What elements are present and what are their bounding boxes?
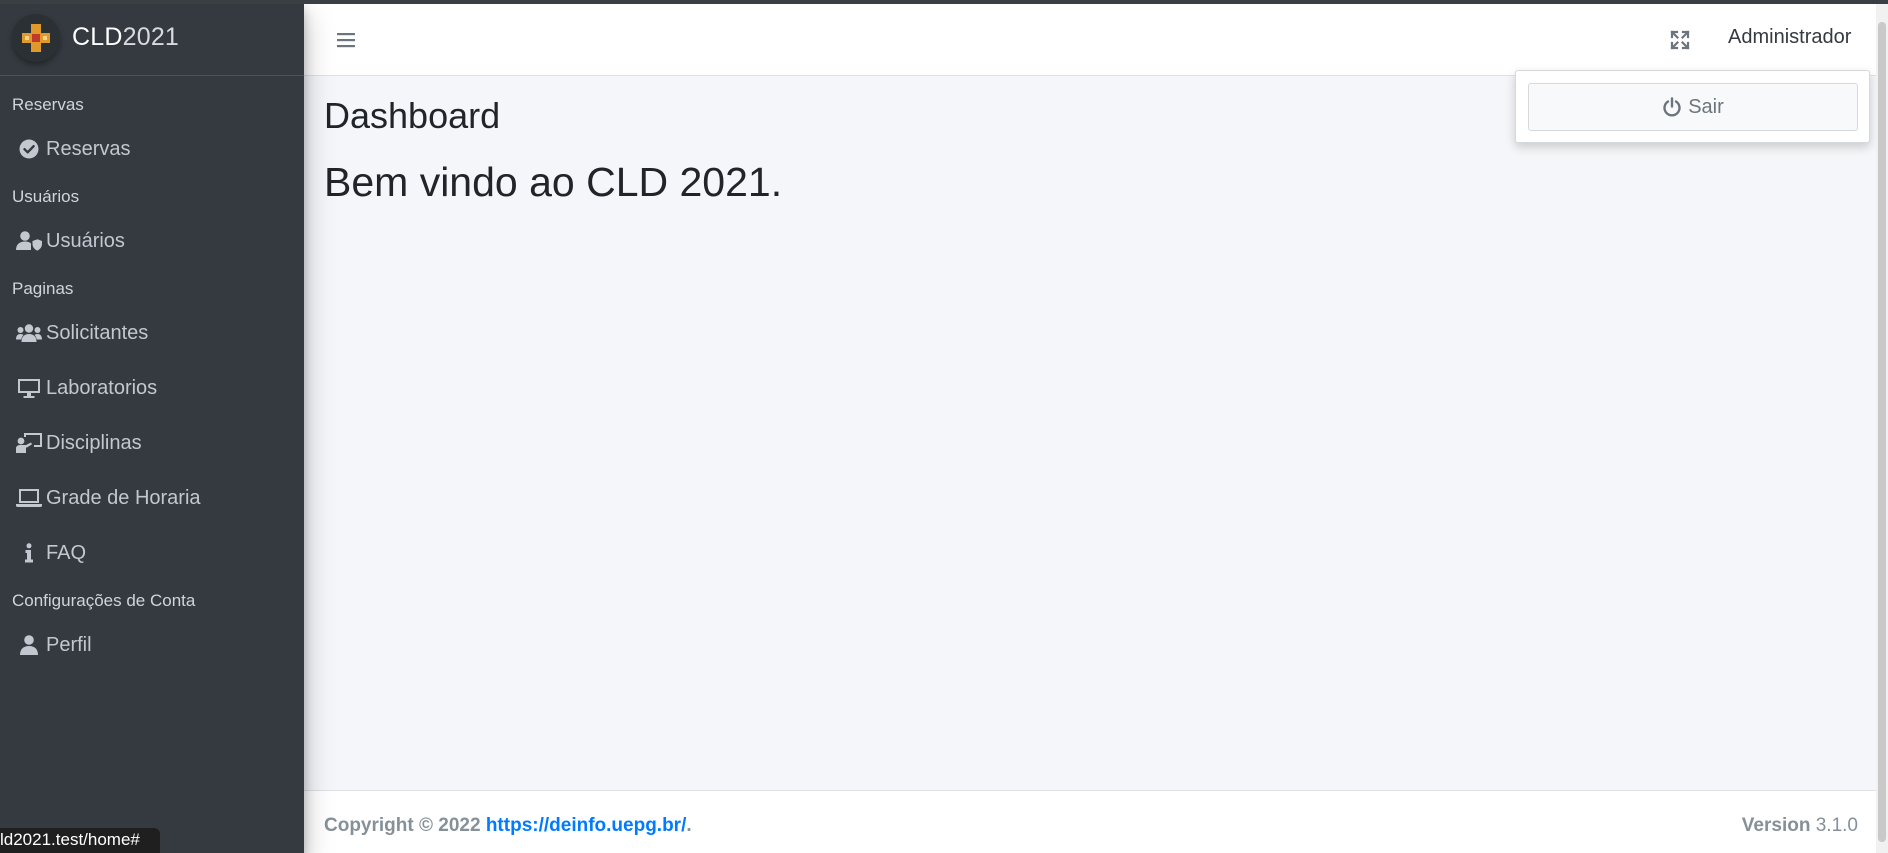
- sidebar-item-label: Disciplinas: [46, 431, 142, 454]
- check-circle-icon: [16, 138, 42, 160]
- user-shield-icon: [16, 230, 42, 252]
- sidebar-item-label: Perfil: [46, 633, 92, 656]
- sidebar: CLD2021 Reservas Reservas Usuários Usuár…: [0, 0, 304, 853]
- page-title: Dashboard: [324, 95, 501, 136]
- footer-copyright: Copyright © 2022 https://deinfo.uepg.br/…: [324, 815, 692, 837]
- hamburger-icon[interactable]: [334, 28, 358, 52]
- logout-label: Sair: [1688, 95, 1724, 118]
- sidebar-item-reservas[interactable]: Reservas: [0, 126, 304, 172]
- nav-header-usuarios: Usuários: [12, 187, 80, 206]
- sidebar-item-label: Solicitantes: [46, 321, 149, 344]
- version-number: 3.1.0: [1810, 815, 1858, 836]
- sidebar-item-grade-de-horaria[interactable]: Grade de Horaria: [0, 475, 304, 521]
- sidebar-item-laboratorios[interactable]: Laboratorios: [0, 365, 304, 411]
- power-icon: [1663, 97, 1681, 117]
- sidebar-item-disciplinas[interactable]: Disciplinas: [0, 420, 304, 466]
- footer-version: Version 3.1.0: [1742, 815, 1858, 837]
- expand-icon[interactable]: [1668, 28, 1692, 52]
- sidebar-item-usuarios[interactable]: Usuários: [0, 218, 304, 264]
- brand-logo: [12, 13, 60, 62]
- status-bar-url: ld2021.test/home#: [0, 828, 160, 853]
- users-icon: [16, 322, 42, 344]
- nav-header-reservas: Reservas: [12, 95, 84, 114]
- user-icon: [16, 634, 42, 656]
- copyright-text: Copyright © 2022: [324, 815, 486, 836]
- sidebar-item-label: Reservas: [46, 137, 131, 160]
- page-scrollbar[interactable]: [1876, 4, 1888, 853]
- footer-link[interactable]: https://deinfo.uepg.br/: [486, 815, 687, 836]
- brand-link[interactable]: CLD2021: [0, 0, 304, 76]
- sidebar-item-solicitantes[interactable]: Solicitantes: [0, 310, 304, 356]
- laptop-icon: [16, 487, 42, 509]
- sidebar-item-label: Grade de Horaria: [46, 486, 201, 509]
- version-label: Version: [1741, 815, 1811, 836]
- sidebar-item-faq[interactable]: FAQ: [0, 530, 304, 576]
- desktop-icon: [16, 377, 42, 399]
- brand-name: CLD2021: [72, 23, 179, 52]
- top-navbar: Administrador: [304, 4, 1888, 76]
- user-menu-toggle[interactable]: Administrador: [1728, 26, 1851, 49]
- chalkboard-teacher-icon: [16, 432, 42, 454]
- logout-button[interactable]: Sair: [1528, 83, 1858, 131]
- sidebar-item-label: FAQ: [46, 541, 87, 564]
- nav-header-configuracoes: Configurações de Conta: [12, 591, 196, 610]
- welcome-message: Bem vindo ao CLD 2021.: [324, 159, 783, 205]
- brand-name-bold: CLD: [72, 23, 123, 51]
- nav-header-paginas: Paginas: [12, 279, 74, 298]
- scrollbar-thumb[interactable]: [1878, 22, 1886, 842]
- brand-name-light: 2021: [122, 23, 180, 51]
- sidebar-item-label: Laboratorios: [46, 376, 158, 399]
- sidebar-item-label: Usuários: [46, 229, 125, 252]
- sidebar-item-perfil[interactable]: Perfil: [0, 622, 304, 668]
- main-content: Dashboard Bem vindo ao CLD 2021.: [304, 77, 1876, 790]
- window-top-border: [0, 0, 1888, 4]
- info-icon: [16, 542, 42, 564]
- user-dropdown-menu: Sair: [1515, 70, 1870, 143]
- footer-link-suffix: .: [686, 815, 692, 836]
- footer: Copyright © 2022 https://deinfo.uepg.br/…: [304, 790, 1876, 853]
